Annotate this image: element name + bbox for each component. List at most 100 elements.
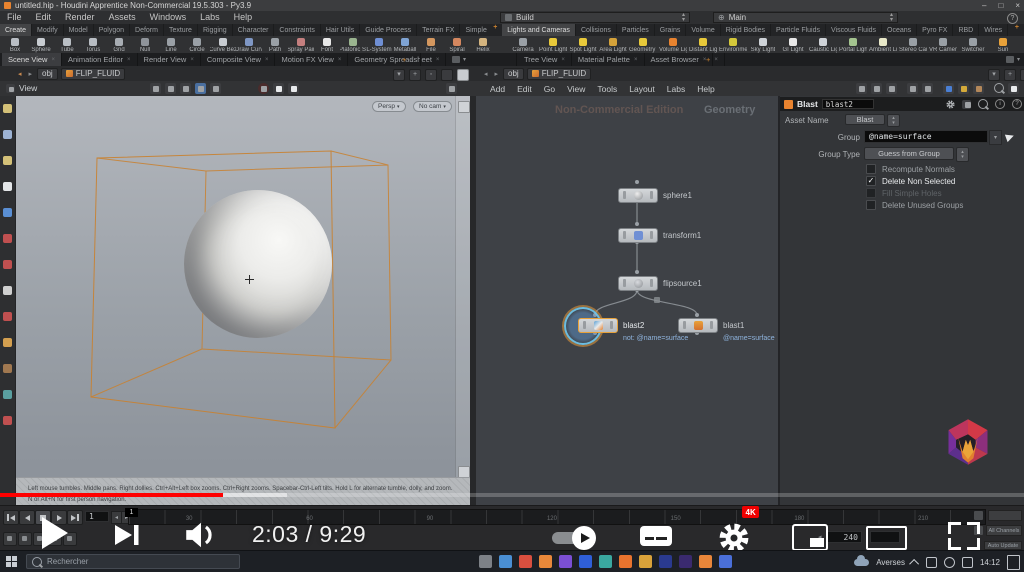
shelf-tool[interactable]: Helix <box>470 36 496 53</box>
prev-frame-button[interactable] <box>19 510 35 525</box>
add-shelf-tab-button[interactable]: + <box>1010 24 1024 36</box>
shelf-tool[interactable]: Font <box>314 36 340 53</box>
forward-icon[interactable]: ▸ <box>493 70 501 78</box>
layout-icon[interactable] <box>446 83 457 94</box>
end-frame-field[interactable]: 240 <box>826 531 862 543</box>
snapshot-icon[interactable] <box>457 68 469 81</box>
viewport-tool-icon[interactable] <box>3 364 12 373</box>
checkbox-recompute-normals[interactable]: Recompute Normals <box>866 164 955 174</box>
checkbox-delete-non-selected[interactable]: ✓ Delete Non Selected <box>866 176 955 186</box>
viewport-tool-icon[interactable] <box>3 130 12 139</box>
shelf-tab[interactable]: Particles <box>617 24 655 36</box>
shelf-tool[interactable]: Platonic Solids <box>340 36 366 53</box>
shelf-tool[interactable]: Point Light <box>538 36 568 53</box>
add-shelf-tab-button[interactable]: + <box>488 24 502 36</box>
dropdown-icon[interactable]: ▾ <box>393 68 405 81</box>
shelf-tab[interactable]: Viscous Fluids <box>826 24 883 36</box>
shelf-tab[interactable]: Create <box>0 24 33 36</box>
menu-item[interactable]: Windows <box>143 11 194 23</box>
pane-menu-icon[interactable] <box>1006 56 1014 63</box>
group-select-arrow-icon[interactable] <box>1004 131 1016 143</box>
network-menu-item[interactable]: Help <box>691 84 720 94</box>
clock[interactable]: 14:12 <box>980 558 1000 567</box>
display-options-icon[interactable] <box>458 101 470 113</box>
viewport-tool-icon[interactable] <box>3 208 12 217</box>
shelf-tab[interactable]: Collisions <box>576 24 617 36</box>
theater-mode-button[interactable] <box>866 526 907 550</box>
shelf-tool[interactable]: Switcher <box>958 36 988 53</box>
weather-icon[interactable] <box>854 554 870 566</box>
node-flipsource1[interactable]: flipsource1 <box>618 276 702 291</box>
shelf-tool[interactable]: Spot Light <box>568 36 598 53</box>
asset-stepper[interactable]: ▴ ▾ <box>887 114 900 127</box>
shelf-tool[interactable]: Null <box>132 36 158 53</box>
node-sphere1[interactable]: sphere1 <box>618 188 692 203</box>
shelf-tool[interactable]: Grid <box>106 36 132 53</box>
pane-menu-icon[interactable] <box>452 56 460 63</box>
material-icon[interactable] <box>273 83 284 94</box>
forward-icon[interactable]: ▸ <box>27 70 35 78</box>
magnifier-icon[interactable] <box>978 99 988 109</box>
info-icon[interactable]: i <box>995 99 1005 109</box>
persp-view-dropdown[interactable]: Persp ▾ <box>372 101 406 112</box>
taskbar-app-icon[interactable] <box>559 555 572 568</box>
taskbar-app-icon[interactable] <box>699 555 712 568</box>
jump-start-button[interactable] <box>3 510 19 525</box>
shelf-tool[interactable]: Curve Bezier <box>210 36 236 53</box>
network-menu-item[interactable]: Layout <box>623 84 661 94</box>
shelf-tool[interactable]: Area Light <box>598 36 628 53</box>
pane-tab[interactable]: Tree View <box>518 53 572 66</box>
view-menu[interactable]: View <box>6 83 37 93</box>
shelf-tool[interactable]: Sky Light <box>748 36 778 53</box>
chat-icon[interactable] <box>925 556 937 568</box>
shelf-tab[interactable]: Modify <box>32 24 64 36</box>
shelf-tool[interactable]: VR Camera <box>928 36 958 53</box>
shelf-tab[interactable]: Pyro FX <box>917 24 954 36</box>
shelf-tool[interactable]: File <box>418 36 444 53</box>
translate-icon[interactable] <box>165 83 176 94</box>
pin-icon[interactable]: + <box>409 68 421 81</box>
node-name-field[interactable]: blast2 <box>821 99 874 109</box>
shelf-tab[interactable]: Volume <box>686 24 721 36</box>
shelf-tab[interactable]: Wires <box>979 24 1009 36</box>
miniplayer-button[interactable] <box>792 524 828 551</box>
magnifier-icon[interactable] <box>994 83 1004 93</box>
breadcrumb-root[interactable]: obj <box>37 67 58 80</box>
current-frame-marker[interactable]: 1 <box>125 508 138 517</box>
shelf-tab[interactable]: Rigging <box>198 24 233 36</box>
play-button[interactable] <box>36 514 72 552</box>
grid-icon[interactable] <box>886 83 897 94</box>
shelf-tool[interactable]: Box <box>2 36 28 53</box>
tan-flag-icon[interactable] <box>973 83 984 94</box>
shelf-tool[interactable]: Geometry Light <box>628 36 658 53</box>
desktop-dropdown[interactable]: Build ▴ ▾ <box>500 12 690 23</box>
minimize-button[interactable]: – <box>982 1 986 10</box>
taskbar-search[interactable]: Rechercher <box>26 554 240 569</box>
weather-label[interactable]: Averses <box>876 558 905 567</box>
notification-center-icon[interactable] <box>1007 554 1020 570</box>
group-type-dropdown[interactable]: Guess from Group <box>864 147 954 160</box>
shelf-tab[interactable]: Lights and Cameras <box>502 24 576 36</box>
back-icon[interactable]: ◂ <box>16 70 24 78</box>
update-mode-dropdown[interactable]: Auto Update <box>984 541 1022 550</box>
shelf-tool[interactable]: Path <box>262 36 288 53</box>
shelf-tab[interactable]: RBD <box>953 24 980 36</box>
network-menu-item[interactable]: Add <box>484 84 511 94</box>
breadcrumb-node[interactable]: FLIP_FLUID <box>60 67 126 80</box>
network-editor[interactable]: Non-Commercial Edition Geometry sphere1 <box>470 96 778 505</box>
taskbar-app-icon[interactable] <box>579 555 592 568</box>
pane-tab[interactable]: Material Palette <box>572 53 645 66</box>
node-transform1[interactable]: transform1 <box>618 228 701 243</box>
shelf-tool[interactable]: Circle <box>184 36 210 53</box>
shelf-tool[interactable]: Environment Light <box>718 36 748 53</box>
channel-logo-watermark[interactable] <box>942 416 994 468</box>
taskbar-app-icon[interactable] <box>659 555 672 568</box>
shelf-tab[interactable]: Oceans <box>882 24 918 36</box>
network-menu-item[interactable]: Go <box>538 84 561 94</box>
main-dropdown[interactable]: ⊕ Main ▴ ▾ <box>713 12 898 23</box>
link-icon[interactable]: ◦ <box>1020 68 1024 81</box>
sheet-icon[interactable] <box>922 83 933 94</box>
viewport-tool-icon[interactable] <box>3 416 12 425</box>
taskbar-app-icon[interactable] <box>499 555 512 568</box>
taskbar-app-icon[interactable] <box>619 555 632 568</box>
